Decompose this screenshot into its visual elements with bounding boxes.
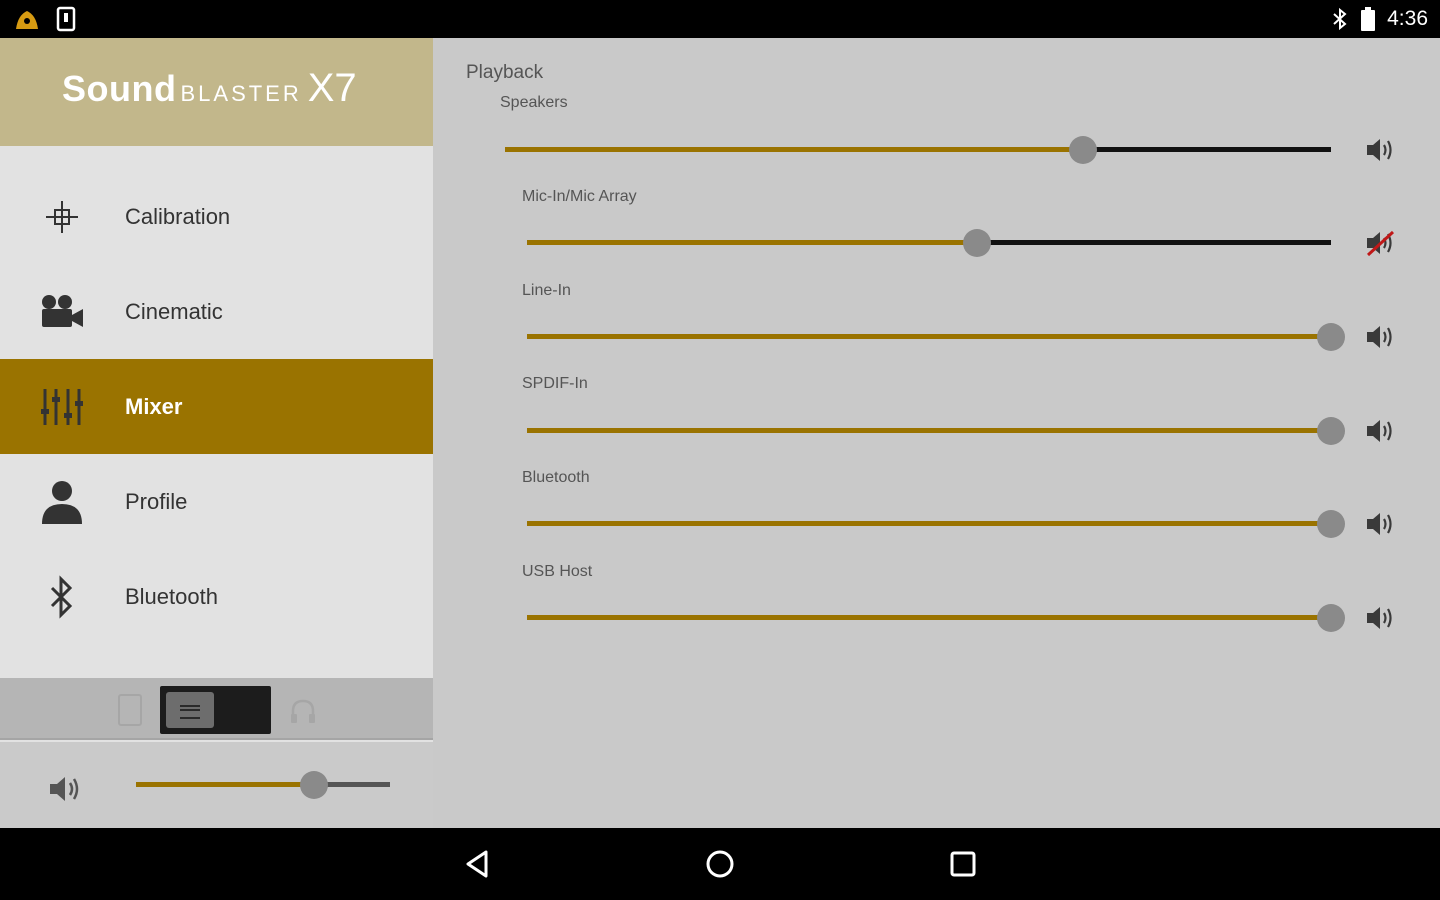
bluetooth-icon: [38, 575, 86, 619]
sidebar-item-label: Mixer: [125, 393, 183, 419]
bluetooth-status-icon: [1333, 7, 1347, 31]
channel-label-mic-in-mic-array: Mic-In/Mic Array: [522, 188, 637, 205]
slider-fill: [527, 615, 1331, 620]
slider-fill: [527, 428, 1331, 433]
person-icon: [38, 480, 86, 524]
slider-thumb[interactable]: [1317, 323, 1345, 351]
sidebar-item-label: Profile: [125, 488, 188, 514]
channel-slider-speakers[interactable]: [505, 135, 1331, 165]
channel-label-usb-host: USB Host: [522, 563, 593, 580]
battery-icon: [1361, 7, 1376, 31]
sidebar: Sound BLASTER X7 Calibration Cinematic M…: [0, 38, 433, 828]
device-notification-icon: [56, 6, 76, 32]
sidebar-item-label: Bluetooth: [125, 583, 218, 609]
sidebar-item-bluetooth[interactable]: Bluetooth: [0, 549, 433, 644]
home-icon[interactable]: [702, 846, 738, 882]
channel-label-bluetooth: Bluetooth: [522, 469, 590, 486]
sidebar-item-mixer[interactable]: Mixer: [0, 359, 433, 454]
output-selector: [0, 678, 433, 740]
crosshair-icon: [38, 195, 86, 239]
channel-label-spdif-in: SPDIF-In: [522, 375, 588, 392]
movie-camera-icon: [38, 290, 86, 334]
speaker-output-icon[interactable]: [118, 694, 142, 726]
system-nav-bar: [0, 828, 1440, 900]
section-title: Playback: [466, 62, 544, 83]
sidebar-item-cinematic[interactable]: Cinematic: [0, 264, 433, 359]
speaker-volume-icon[interactable]: [1365, 510, 1397, 538]
sidebar-item-label: Calibration: [125, 203, 231, 229]
channel-slider-spdif-in[interactable]: [527, 416, 1345, 446]
brand-header: Sound BLASTER X7: [0, 38, 433, 146]
clock: 4:36: [1387, 7, 1428, 30]
channel-slider-usb-host[interactable]: [527, 603, 1345, 633]
speaker-volume-icon[interactable]: [1365, 417, 1397, 445]
speaker-volume-icon[interactable]: [1365, 323, 1397, 351]
speaker-volume-icon[interactable]: [1365, 136, 1397, 164]
channel-slider-mic-in-mic-array[interactable]: [527, 228, 1331, 258]
slider-thumb[interactable]: [963, 229, 992, 257]
mixer-panel: Playback Speakers Mic-In/Mic Array Line-In…: [433, 38, 1440, 828]
muted-speaker-icon[interactable]: [1365, 229, 1397, 257]
master-volume-panel: [0, 742, 433, 828]
channel-slider-bluetooth[interactable]: [527, 509, 1345, 539]
sidebar-item-label: Cinematic: [125, 298, 223, 324]
back-icon[interactable]: [460, 846, 496, 882]
sidebar-item-profile[interactable]: Profile: [0, 454, 433, 549]
channel-slider-line-in[interactable]: [527, 322, 1345, 352]
slider-fill: [505, 147, 1084, 152]
sidebar-item-calibration[interactable]: Calibration: [0, 169, 433, 264]
slider-thumb[interactable]: [1317, 604, 1345, 632]
slider-thumb[interactable]: [299, 771, 328, 799]
brand-word-2: BLASTER: [180, 81, 302, 106]
brand-word-1: Sound: [62, 68, 177, 109]
brand-word-3: X7: [307, 66, 357, 110]
master-volume-icon[interactable]: [48, 774, 84, 804]
status-bar: 4:36: [0, 0, 1440, 38]
master-volume-slider[interactable]: [136, 770, 390, 800]
mixer-sliders-icon: [38, 385, 86, 429]
channel-label-line-in: Line-In: [522, 282, 571, 299]
recents-icon[interactable]: [945, 846, 981, 882]
speaker-volume-icon[interactable]: [1365, 604, 1397, 632]
channel-label-speakers: Speakers: [500, 94, 568, 111]
slider-fill: [527, 240, 978, 245]
slider-thumb[interactable]: [1069, 136, 1098, 164]
output-toggle-switch[interactable]: [160, 686, 271, 734]
slider-fill: [527, 334, 1331, 339]
slider-thumb[interactable]: [1317, 417, 1345, 445]
headphone-output-icon[interactable]: [290, 698, 316, 724]
warning-notification-icon: [16, 11, 38, 29]
sidebar-nav: Calibration Cinematic Mixer Profile Blue…: [0, 169, 433, 644]
slider-fill: [527, 521, 1331, 526]
toggle-knob[interactable]: [166, 692, 214, 728]
brand-logo: Sound BLASTER X7: [62, 66, 357, 114]
slider-thumb[interactable]: [1317, 510, 1345, 538]
